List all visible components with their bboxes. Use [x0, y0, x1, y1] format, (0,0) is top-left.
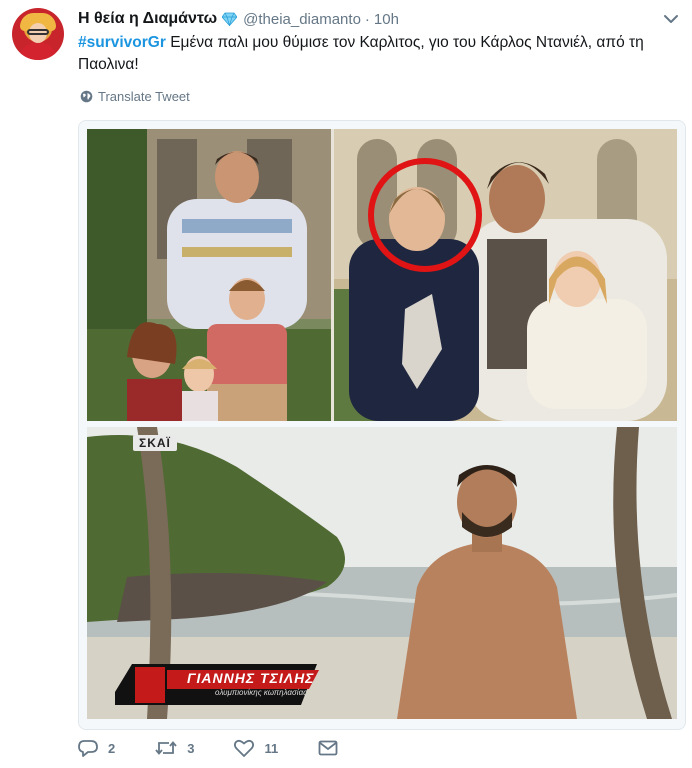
photo-family-portrait — [87, 129, 677, 421]
caption-subtitle: ολυμπιονίκης κωπηλασίας — [215, 688, 308, 697]
globe-icon — [80, 90, 93, 103]
retweet-button[interactable]: 3 — [155, 739, 194, 757]
reply-button[interactable]: 2 — [78, 739, 115, 757]
like-count: 11 — [264, 740, 279, 756]
tweet-actions: 2 3 11 — [78, 736, 388, 760]
tweet-text: #survivorGr Εμένα παλι μου θύμισε τον Κα… — [78, 32, 678, 76]
chevron-down-icon[interactable] — [662, 10, 680, 28]
translate-tweet-link[interactable]: Translate Tweet — [80, 89, 190, 104]
tweet: Η θεία η Διαμάντω @theia_diamanto · 10h … — [0, 0, 692, 768]
reply-icon — [78, 740, 98, 757]
channel-logo: ΣΚΑΪ — [133, 435, 177, 451]
caption-name: ΓΙΑΝΝΗΣ ΤΣΙΛΗΣ — [187, 670, 315, 686]
tweet-header: Η θεία η Διαμάντω @theia_diamanto · 10h — [78, 8, 399, 30]
direct-message-button[interactable] — [318, 740, 348, 756]
separator-dot: · — [364, 10, 370, 28]
tweet-timestamp[interactable]: 10h — [374, 11, 399, 28]
heart-icon — [234, 739, 255, 757]
author-handle[interactable]: @theia_diamanto — [243, 11, 361, 28]
tweet-media[interactable]: ΣΚΑΪ ΓΙΑΝΝΗΣ ΤΣΙΛΗΣ ολυμπιονίκης κωπηλασ… — [78, 120, 686, 730]
retweet-count: 3 — [187, 740, 195, 756]
retweet-icon — [155, 741, 177, 755]
author-display-name[interactable]: Η θεία η Διαμάντω — [78, 10, 217, 28]
lower-third-caption: ΓΙΑΝΝΗΣ ΤΣΙΛΗΣ ολυμπιονίκης κωπηλασίας — [115, 664, 325, 706]
reply-count: 2 — [108, 740, 116, 756]
like-button[interactable]: 11 — [234, 739, 278, 757]
gem-icon — [221, 12, 238, 27]
hashtag-link[interactable]: #survivorGr — [78, 34, 166, 51]
translate-label: Translate Tweet — [98, 89, 190, 104]
author-avatar[interactable] — [12, 8, 64, 60]
photo-tv-still-beach: ΣΚΑΪ ΓΙΑΝΝΗΣ ΤΣΙΛΗΣ ολυμπιονίκης κωπηλασ… — [87, 427, 677, 719]
envelope-icon — [318, 740, 338, 756]
